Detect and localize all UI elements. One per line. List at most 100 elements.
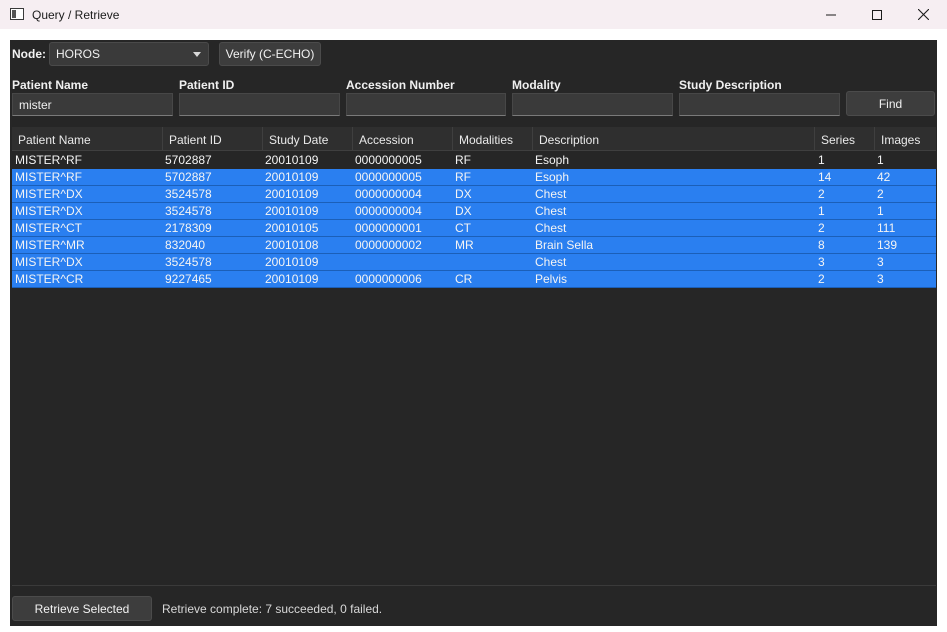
cell-study-date: 20010109 [265, 153, 319, 167]
cell-accession: 0000000004 [355, 187, 422, 201]
node-select-value: HOROS [56, 47, 101, 61]
cell-patient-id: 3524578 [165, 187, 212, 201]
cell-patient-name: MISTER^DX [15, 187, 83, 201]
cell-patient-name: MISTER^CR [15, 272, 84, 286]
cell-patient-name: MISTER^DX [15, 255, 83, 269]
cell-study-date: 20010108 [265, 238, 319, 252]
title-bar: Query / Retrieve [0, 0, 947, 29]
cell-patient-name: MISTER^RF [15, 153, 82, 167]
results-table: Patient Name Patient ID Study Date Acces… [12, 127, 936, 584]
cell-description: Chest [535, 204, 567, 218]
cell-images: 1 [877, 153, 884, 167]
patient-name-label: Patient Name [12, 78, 89, 92]
table-header: Patient Name Patient ID Study Date Acces… [12, 127, 936, 151]
modality-input[interactable] [512, 93, 673, 116]
cell-description: Chest [535, 187, 567, 201]
table-row[interactable]: MISTER^DX 3524578 20010109 0000000004 DX Ches… [12, 186, 936, 203]
close-icon [917, 9, 929, 20]
cell-patient-name: MISTER^CT [15, 221, 82, 235]
cell-patient-id: 9227465 [165, 272, 212, 286]
modality-label: Modality [512, 78, 561, 92]
cell-study-date: 20010109 [265, 272, 319, 286]
cell-series: 8 [818, 238, 825, 252]
column-study-date[interactable]: Study Date [263, 127, 353, 151]
node-select[interactable]: HOROS [49, 42, 209, 66]
cell-study-date: 20010109 [265, 204, 319, 218]
table-row[interactable]: MISTER^RF 5702887 20010109 0000000005 RF Esop… [12, 169, 936, 186]
cell-patient-id: 3524578 [165, 204, 212, 218]
cell-images: 139 [877, 238, 898, 252]
table-row[interactable]: MISTER^DX 3524578 20010109 0000000004 DX Ches… [12, 203, 936, 220]
cell-patient-id: 2178309 [165, 221, 212, 235]
column-patient-name[interactable]: Patient Name [12, 127, 163, 151]
cell-images: 2 [877, 187, 884, 201]
cell-study-date: 20010109 [265, 187, 319, 201]
table-row[interactable]: MISTER^DX 3524578 20010109 Chest 3 3 [12, 254, 936, 271]
minimize-icon [826, 14, 836, 15]
app-icon [10, 8, 24, 20]
cell-modalities: MR [455, 238, 474, 252]
cell-series: 2 [818, 221, 825, 235]
cell-accession: 0000000006 [355, 272, 422, 286]
cell-study-date: 20010105 [265, 221, 319, 235]
cell-patient-id: 3524578 [165, 255, 212, 269]
find-button[interactable]: Find [846, 91, 935, 116]
patient-id-input[interactable] [179, 93, 340, 116]
cell-accession: 0000000004 [355, 204, 422, 218]
cell-patient-id: 5702887 [165, 170, 212, 184]
patient-name-input[interactable]: mister [12, 93, 173, 116]
maximize-icon [872, 9, 882, 20]
study-description-label: Study Description [679, 78, 782, 92]
column-images[interactable]: Images [875, 127, 936, 151]
cell-modalities: DX [455, 204, 472, 218]
cell-patient-id: 832040 [165, 238, 206, 252]
table-row[interactable]: MISTER^MR 832040 20010108 0000000002 MR Brain… [12, 237, 936, 254]
accession-label: Accession Number [346, 78, 455, 92]
cell-description: Chest [535, 221, 567, 235]
cell-images: 3 [877, 272, 884, 286]
column-modalities[interactable]: Modalities [453, 127, 533, 151]
chevron-down-icon [193, 52, 201, 57]
cell-patient-name: MISTER^RF [15, 170, 82, 184]
retrieve-selected-button[interactable]: Retrieve Selected [12, 596, 152, 621]
cell-study-date: 20010109 [265, 255, 319, 269]
cell-accession: 0000000002 [355, 238, 422, 252]
column-series[interactable]: Series [815, 127, 875, 151]
cell-series: 1 [818, 204, 825, 218]
cell-patient-name: MISTER^MR [15, 238, 85, 252]
column-accession[interactable]: Accession [353, 127, 453, 151]
study-description-input[interactable] [679, 93, 840, 116]
cell-accession: 0000000005 [355, 170, 422, 184]
cell-description: Brain Sella [535, 238, 594, 252]
window-title: Query / Retrieve [32, 8, 120, 22]
cell-description: Chest [535, 255, 567, 269]
cell-series: 2 [818, 272, 825, 286]
patient-id-label: Patient ID [179, 78, 235, 92]
column-description[interactable]: Description [533, 127, 815, 151]
cell-accession: 0000000001 [355, 221, 422, 235]
cell-series: 2 [818, 187, 825, 201]
cell-images: 3 [877, 255, 884, 269]
cell-images: 111 [877, 221, 896, 235]
status-message: Retrieve complete: 7 succeeded, 0 failed… [162, 602, 383, 616]
cell-description: Esoph [535, 170, 570, 184]
column-patient-id[interactable]: Patient ID [163, 127, 263, 151]
accession-input[interactable] [346, 93, 506, 116]
cell-patient-name: MISTER^DX [15, 204, 83, 218]
cell-modalities: CT [455, 221, 471, 235]
table-row[interactable]: MISTER^CT 2178309 20010105 0000000001 CT Ches… [12, 220, 936, 237]
minimize-button[interactable] [808, 0, 854, 29]
maximize-button[interactable] [854, 0, 900, 29]
cell-description: Esoph [535, 153, 570, 167]
table-row[interactable]: MISTER^CR 9227465 20010109 0000000006 CR Pelv… [12, 271, 936, 288]
cell-study-date: 20010109 [265, 170, 319, 184]
cell-modalities: DX [455, 187, 472, 201]
verify-button[interactable]: Verify (C-ECHO) [219, 42, 321, 66]
close-button[interactable] [900, 0, 946, 29]
table-row[interactable]: MISTER^RF 5702887 20010109 0000000005 RF Esop… [12, 152, 936, 169]
cell-patient-id: 5702887 [165, 153, 212, 167]
cell-series: 3 [818, 255, 825, 269]
cell-modalities: RF [455, 170, 471, 184]
cell-series: 14 [818, 170, 832, 184]
cell-description: Pelvis [535, 272, 568, 286]
